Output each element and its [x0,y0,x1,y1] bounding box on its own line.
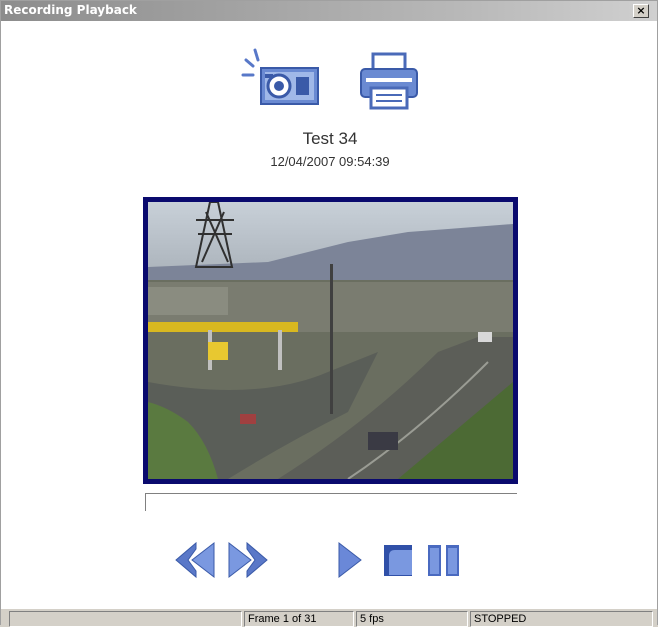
window-title: Recording Playback [4,3,137,17]
rewind-icon [175,541,215,579]
close-button[interactable]: × [633,4,649,18]
recording-name: Test 34 [302,129,358,148]
stop-button[interactable] [383,544,413,577]
snapshot-button[interactable] [241,48,321,110]
video-image [148,202,513,479]
video-frame [143,197,518,484]
print-button[interactable] [357,52,421,112]
fast-forward-button[interactable] [227,541,269,579]
camera-flash-icon [241,48,319,105]
rewind-button[interactable] [174,541,216,579]
recording-datetime: 12/04/2007 09:54:39 [270,154,390,169]
title-bar[interactable]: Recording Playback × [1,1,657,21]
printer-icon [360,52,418,110]
recording-playback-window: Recording Playback × Test 34 12/04/2007 … [0,0,658,627]
play-button[interactable] [337,541,363,579]
status-bar: Frame 1 of 31 5 fps STOPPED [1,608,657,627]
fast-forward-icon [228,541,268,579]
stop-icon [384,545,412,576]
pause-button[interactable] [427,544,461,577]
playback-progress-bar[interactable] [145,493,517,511]
play-icon [338,541,362,579]
pause-icon [428,545,459,576]
